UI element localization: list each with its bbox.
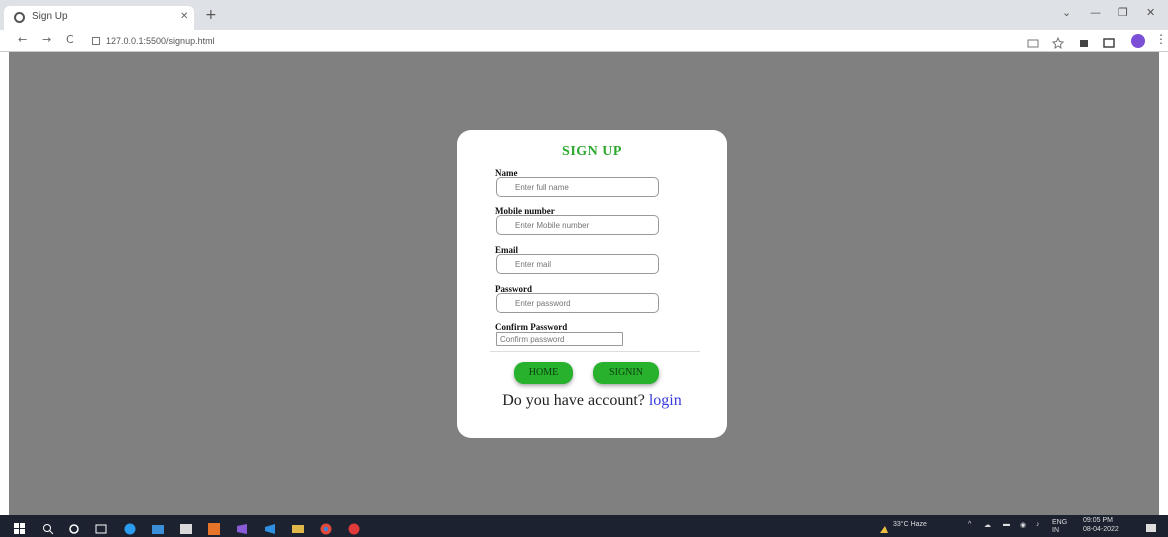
volume-icon[interactable]: ♪ xyxy=(1036,521,1040,528)
restore-button[interactable]: ❐ xyxy=(1118,6,1128,19)
windows-start-icon[interactable] xyxy=(14,520,26,534)
new-tab-button[interactable]: + xyxy=(205,7,217,23)
windows-taskbar: 33°C Haze ^ ☁ ▬ ◉ ♪ ENG IN 09:05 PM 08-0… xyxy=(0,515,1168,537)
file-explorer-icon[interactable] xyxy=(180,520,192,534)
forward-button[interactable]: → xyxy=(42,33,51,46)
name-input[interactable] xyxy=(496,177,659,197)
sidebar-icon[interactable] xyxy=(1103,34,1115,48)
tab-title: Sign Up xyxy=(32,11,68,22)
weather-icon xyxy=(878,520,890,533)
browser-tab-bar: Sign Up ✕ + ⌄ — ❐ ✕ xyxy=(0,0,1168,30)
tab-close-button[interactable]: ✕ xyxy=(180,11,188,22)
browser-menu-button[interactable]: ⋮ xyxy=(1155,32,1167,46)
wifi-icon[interactable]: ◉ xyxy=(1020,521,1026,529)
onedrive-icon[interactable]: ☁ xyxy=(984,521,991,529)
password-input[interactable] xyxy=(496,293,659,313)
back-button[interactable]: ← xyxy=(18,33,27,46)
search-icon[interactable] xyxy=(42,520,54,535)
mail-icon[interactable] xyxy=(292,520,304,533)
language-indicator[interactable]: ENG IN xyxy=(1052,519,1076,535)
globe-icon xyxy=(14,12,25,23)
browser-toolbar: ← → C 127.0.0.1:5500/signup.html xyxy=(0,30,1168,52)
chevron-down-icon[interactable]: ⌄ xyxy=(1062,6,1071,19)
chevron-up-icon[interactable]: ^ xyxy=(968,521,971,528)
extensions-icon[interactable] xyxy=(1078,34,1090,47)
url-text: 127.0.0.1:5500/signup.html xyxy=(106,36,215,46)
task-view-icon[interactable] xyxy=(95,520,107,534)
bookmark-star-icon[interactable] xyxy=(1051,34,1065,50)
office-icon[interactable] xyxy=(208,520,220,535)
signup-card: SIGN UP Name Mobile number Email Passwor… xyxy=(457,130,727,438)
form-title: SIGN UP xyxy=(562,144,622,159)
share-icon[interactable] xyxy=(1027,34,1039,48)
visual-studio-icon[interactable] xyxy=(236,520,248,534)
confirm-password-input[interactable] xyxy=(496,332,623,346)
email-input[interactable] xyxy=(496,254,659,274)
cortana-icon[interactable] xyxy=(68,520,80,534)
site-info-icon[interactable] xyxy=(92,37,100,45)
battery-icon[interactable]: ▬ xyxy=(1003,521,1010,528)
address-bar[interactable]: 127.0.0.1:5500/signup.html xyxy=(92,33,1012,49)
login-prompt-text: Do you have account? xyxy=(502,392,645,409)
mobile-input[interactable] xyxy=(496,215,659,235)
clock-time[interactable]: 09:05 PM xyxy=(1083,517,1113,524)
reload-button[interactable]: C xyxy=(66,33,74,46)
store-icon[interactable] xyxy=(152,520,164,534)
vscode-icon[interactable] xyxy=(264,520,276,534)
weather-text[interactable]: 33°C Haze xyxy=(893,521,927,528)
home-button[interactable]: HOME xyxy=(514,362,573,384)
minimize-button[interactable]: — xyxy=(1090,6,1101,19)
clock-date[interactable]: 08-04-2022 xyxy=(1083,526,1119,533)
chrome-icon[interactable] xyxy=(320,520,332,535)
login-link[interactable]: login xyxy=(649,392,682,409)
page-background: SIGN UP Name Mobile number Email Passwor… xyxy=(9,52,1159,515)
form-divider xyxy=(490,351,700,352)
edge-icon[interactable] xyxy=(124,520,136,535)
confirm-password-label: Confirm Password xyxy=(495,322,568,332)
notification-icon[interactable] xyxy=(1145,520,1157,532)
browser-app-icon[interactable] xyxy=(348,520,360,535)
close-window-button[interactable]: ✕ xyxy=(1146,6,1155,19)
login-prompt: Do you have account? login xyxy=(457,392,727,410)
profile-avatar[interactable] xyxy=(1131,34,1145,48)
browser-tab[interactable]: Sign Up ✕ xyxy=(4,6,194,30)
signin-button[interactable]: SIGNIN xyxy=(593,362,659,384)
